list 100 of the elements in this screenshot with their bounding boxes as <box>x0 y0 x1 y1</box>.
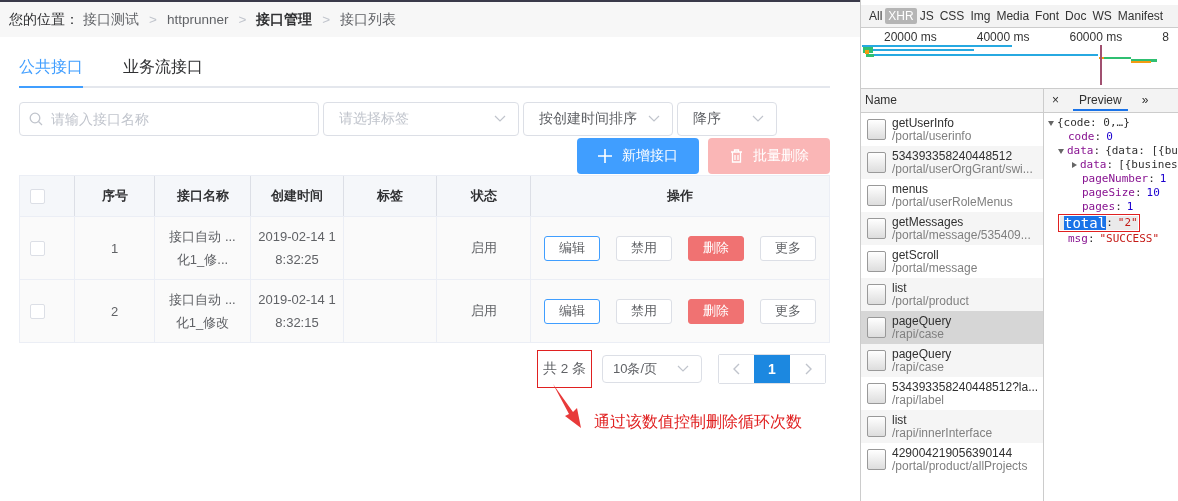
request-name: 534393358240448512 <box>892 149 1014 163</box>
chevron-left-icon <box>732 363 741 375</box>
action-button[interactable]: 禁用 <box>616 235 672 261</box>
chevron-right-icon <box>803 363 812 375</box>
file-icon <box>867 218 886 239</box>
request-path: /portal/userinfo <box>892 129 972 143</box>
column-header: 标签 <box>377 187 403 205</box>
json-colon: : <box>1106 158 1114 172</box>
collapse-toggle[interactable] <box>1048 120 1054 126</box>
table-cell-text: 8:32:25 <box>275 251 319 269</box>
request-name: 429004219056390144 <box>892 446 1014 460</box>
filter-button[interactable]: WS <box>1089 8 1115 24</box>
column-header: 接口名称 <box>176 187 229 205</box>
file-icon <box>867 383 886 404</box>
caret-icon <box>494 115 506 123</box>
table-cell-text: 接口自动 ... <box>169 228 236 246</box>
breadcrumb-label: 您的位置： <box>9 10 79 29</box>
json-key[interactable]: msg <box>1068 232 1088 246</box>
status-text: 启用 <box>470 239 497 257</box>
action-button[interactable]: 编辑 <box>544 298 600 324</box>
json-key[interactable]: pageSize <box>1082 186 1135 200</box>
action-button[interactable]: 更多 <box>760 298 816 324</box>
request-path: /portal/product/allProjects <box>892 459 1028 473</box>
total-count: 共 2 条 <box>537 350 592 388</box>
more-tabs-button[interactable]: » <box>1139 90 1151 111</box>
filter-button[interactable]: CSS <box>936 8 968 24</box>
json-value: 10 <box>1146 186 1160 200</box>
request-row[interactable]: list /portal/product <box>861 278 1043 311</box>
request-row[interactable]: 534393358240448512 /portal/userOrgGrant/swi... <box>861 146 1043 179</box>
json-key[interactable]: pages <box>1082 200 1116 214</box>
page-size-select[interactable]: 10条/页 <box>602 355 702 383</box>
json-value: "2" <box>1117 216 1138 230</box>
row-checkbox[interactable] <box>30 303 45 319</box>
page-button[interactable]: 1 <box>754 355 790 383</box>
request-row[interactable]: list /rapi/innerInterface <box>861 410 1043 443</box>
file-icon <box>867 449 886 470</box>
json-value: "SUCCESS" <box>1099 232 1160 246</box>
column-header: Name <box>861 89 1043 113</box>
json-colon: : <box>1094 130 1102 144</box>
breadcrumb-link[interactable]: 接口列表 <box>340 10 397 29</box>
request-path: /portal/userOrgGrant/swi... <box>892 162 1033 176</box>
request-name: getScroll <box>892 248 939 262</box>
json-value: 0 <box>1106 130 1113 144</box>
caret-icon <box>677 365 689 373</box>
json-key[interactable]: data <box>1067 144 1094 158</box>
json-key[interactable]: total <box>1064 216 1107 230</box>
order-select[interactable]: 降序 <box>677 102 777 136</box>
file-icon <box>867 350 886 371</box>
request-path: /portal/userRoleMenus <box>892 195 1013 209</box>
filter-button[interactable]: Doc <box>1062 8 1090 24</box>
json-colon: : <box>1093 144 1101 158</box>
table-cell: 2 <box>110 303 119 319</box>
request-row[interactable]: pageQuery /rapi/case <box>861 311 1043 344</box>
filter-button[interactable]: JS <box>916 8 937 24</box>
request-row[interactable]: getMessages /portal/message/535409... <box>861 212 1043 245</box>
breadcrumb-link[interactable]: httprunner <box>166 12 229 27</box>
caret-icon <box>752 115 764 123</box>
breadcrumb-link[interactable]: 接口管理 <box>256 10 313 29</box>
filter-button[interactable]: Font <box>1032 8 1063 24</box>
tab[interactable]: 业务流接口 <box>123 53 203 86</box>
filter-button[interactable]: Media <box>993 8 1033 24</box>
request-name: 534393358240448512?la... <box>892 380 1039 394</box>
table-cell-text: 化1_修改 <box>175 314 230 332</box>
filter-button[interactable]: Manifest <box>1114 8 1167 24</box>
expand-toggle[interactable] <box>1072 162 1077 168</box>
json-key[interactable]: data <box>1080 158 1107 172</box>
json-colon: : <box>1115 200 1122 214</box>
action-button[interactable]: 更多 <box>760 235 816 261</box>
tab[interactable]: Preview <box>1073 90 1128 111</box>
request-name: pageQuery <box>892 347 952 361</box>
sort-select[interactable]: 按创建时间排序 <box>523 102 673 136</box>
request-row[interactable]: pageQuery /rapi/case <box>861 344 1043 377</box>
action-button[interactable]: 编辑 <box>544 235 600 261</box>
close-button[interactable]: × <box>1050 90 1061 111</box>
collapse-toggle[interactable] <box>1058 148 1064 154</box>
request-name: list <box>892 281 908 295</box>
json-key[interactable]: code <box>1068 130 1095 144</box>
file-icon <box>867 317 886 338</box>
breadcrumb-link[interactable]: 接口测试 <box>83 10 139 29</box>
action-button[interactable]: 禁用 <box>616 298 672 324</box>
request-path: /rapi/case <box>892 327 945 341</box>
table-cell-text: 2019-02-14 1 <box>258 228 336 246</box>
json-summary: {code: 0,…} <box>1057 116 1130 130</box>
request-name: list <box>892 413 908 427</box>
filter-button[interactable]: Img <box>967 8 994 24</box>
row-checkbox[interactable] <box>30 240 45 256</box>
breadcrumb-separator: > <box>149 12 157 27</box>
table-cell: 1 <box>110 240 119 256</box>
request-path: /rapi/case <box>892 360 945 374</box>
file-icon <box>867 284 886 305</box>
select-all-checkbox[interactable] <box>30 188 45 204</box>
tick-label: 8 <box>1162 30 1169 44</box>
status-text: 启用 <box>470 302 497 320</box>
tick-label: 40000 ms <box>976 30 1030 44</box>
filter-button[interactable]: All <box>866 8 886 24</box>
caret-icon <box>648 115 660 123</box>
table-cell-text: 8:32:15 <box>275 314 319 332</box>
json-colon: : <box>1135 186 1142 200</box>
tick-label: 60000 ms <box>1069 30 1123 44</box>
json-key[interactable]: pageNumber <box>1082 172 1149 186</box>
